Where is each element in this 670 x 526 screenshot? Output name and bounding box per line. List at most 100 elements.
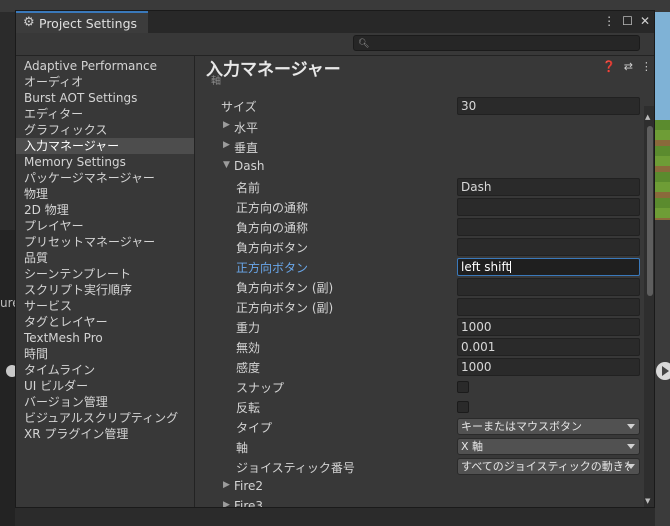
sidebar-item-textmesh-pro[interactable]: TextMesh Pro: [16, 330, 194, 346]
sidebar-item-physics-2d[interactable]: 2D 物理: [16, 202, 194, 218]
preset-sliders-icon[interactable]: ⇄: [624, 60, 633, 73]
sensitivity-field[interactable]: 1000: [457, 358, 640, 376]
toolbar: 🔍︎: [16, 33, 654, 56]
title-bar: ⚙ Project Settings ⋮ ☐ ✕: [16, 11, 654, 33]
gear-icon: ⚙: [23, 15, 35, 30]
type-dropdown-value: キーまたはマウスボタン: [461, 420, 582, 433]
sidebar-item-services[interactable]: サービス: [16, 298, 194, 314]
sidebar-item-tags-layers[interactable]: タグとレイヤー: [16, 314, 194, 330]
sidebar-item-preset-manager[interactable]: プリセットマネージャー: [16, 234, 194, 250]
sidebar-item-time[interactable]: 時間: [16, 346, 194, 362]
sidebar-item-memory-settings[interactable]: Memory Settings: [16, 154, 194, 170]
snap-label: スナップ: [236, 381, 285, 395]
project-settings-window: ⚙ Project Settings ⋮ ☐ ✕ 🔍︎ Adaptive Per…: [15, 10, 655, 508]
maximize-icon[interactable]: ☐: [622, 14, 633, 28]
play-circle-icon[interactable]: [656, 362, 670, 380]
sidebar-item-editor[interactable]: エディター: [16, 106, 194, 122]
axis-dropdown-value: X 軸: [461, 440, 484, 453]
scroll-up-icon[interactable]: ▲: [645, 113, 650, 121]
sidebar-item-player[interactable]: プレイヤー: [16, 218, 194, 234]
tab-project-settings[interactable]: ⚙ Project Settings: [16, 11, 148, 33]
invert-checkbox[interactable]: [457, 401, 469, 413]
vertical-label: 垂直: [234, 141, 259, 155]
more-menu-icon[interactable]: ⋮: [603, 14, 615, 28]
sidebar-item-script-execution-order[interactable]: スクリプト実行順序: [16, 282, 194, 298]
sidebar-item-adaptive-performance[interactable]: Adaptive Performance: [16, 58, 194, 74]
positive-button-row: 正方向ボタン left shift: [195, 257, 642, 277]
negative-alias-field[interactable]: [457, 218, 640, 236]
snap-checkbox[interactable]: [457, 381, 469, 393]
positive-button-label: 正方向ボタン: [236, 261, 309, 275]
alt-negative-button-field[interactable]: [457, 278, 640, 296]
joy-num-dropdown-value: すべてのジョイスティックの動きを取得: [461, 460, 629, 473]
fire3-label: Fire3: [234, 499, 264, 507]
sidebar-item-graphics[interactable]: グラフィックス: [16, 122, 194, 138]
dropdown-caret-icon: [627, 464, 635, 469]
sidebar-item-ui-builder[interactable]: UI ビルダー: [16, 378, 194, 394]
sensitivity-row: 感度 1000: [195, 357, 642, 377]
alt-positive-button-row: 正方向ボタン (副): [195, 297, 642, 317]
sidebar-item-input-manager[interactable]: 入力マネージャー: [16, 138, 194, 154]
positive-button-field[interactable]: left shift: [457, 258, 640, 276]
chevron-right-icon: ▶: [223, 480, 230, 490]
invert-row: 反転: [195, 397, 642, 417]
axis-row: 軸 X 軸: [195, 437, 642, 457]
alt-positive-button-label: 正方向ボタン (副): [236, 301, 334, 315]
joy-num-label: ジョイスティック番号: [236, 461, 355, 475]
sidebar-item-xr-plugin[interactable]: XR プラグイン管理: [16, 426, 194, 442]
sidebar-list: Adaptive Performance オーディオ Burst AOT Set…: [16, 56, 194, 442]
negative-button-field[interactable]: [457, 238, 640, 256]
chevron-down-icon: ▼: [223, 160, 230, 170]
sidebar-item-quality[interactable]: 品質: [16, 250, 194, 266]
window-controls: ⋮ ☐ ✕: [603, 14, 650, 28]
sidebar-item-physics[interactable]: 物理: [16, 186, 194, 202]
more-menu-icon[interactable]: ⋮: [641, 60, 652, 73]
sidebar-item-timeline[interactable]: タイムライン: [16, 362, 194, 378]
help-icon[interactable]: ❓: [602, 60, 616, 73]
editor-background-left: [0, 230, 15, 526]
fire2-label: Fire2: [234, 479, 264, 493]
fire2-foldout[interactable]: ▶ Fire2: [195, 477, 642, 497]
close-icon[interactable]: ✕: [640, 14, 650, 28]
settings-sidebar: Adaptive Performance オーディオ Burst AOT Set…: [16, 56, 195, 507]
scene-view-terrain: [655, 120, 670, 220]
negative-alias-label: 負方向の通称: [236, 221, 309, 235]
scroll-down-icon[interactable]: ▼: [645, 497, 650, 505]
alt-negative-button-row: 負方向ボタン (副): [195, 277, 642, 297]
gravity-label: 重力: [236, 321, 261, 335]
dead-label: 無効: [236, 341, 261, 355]
sidebar-item-version-control[interactable]: バージョン管理: [16, 394, 194, 410]
chevron-right-icon: ▶: [223, 500, 230, 507]
horizontal-foldout[interactable]: ▶ 水平: [195, 117, 642, 137]
size-field[interactable]: 30: [457, 97, 640, 115]
positive-alias-field[interactable]: [457, 198, 640, 216]
sidebar-item-burst-aot[interactable]: Burst AOT Settings: [16, 90, 194, 106]
sidebar-item-package-manager[interactable]: パッケージマネージャー: [16, 170, 194, 186]
scrollbar-thumb[interactable]: [647, 126, 653, 296]
sidebar-item-visual-scripting[interactable]: ビジュアルスクリプティング: [16, 410, 194, 426]
header-icons: ❓ ⇄ ⋮: [602, 60, 652, 73]
dropdown-caret-icon: [627, 444, 635, 449]
axis-dropdown[interactable]: X 軸: [457, 438, 640, 455]
tab-title: Project Settings: [39, 15, 138, 31]
sidebar-item-audio[interactable]: オーディオ: [16, 74, 194, 90]
name-row: 名前 Dash: [195, 177, 642, 197]
fire3-foldout[interactable]: ▶ Fire3: [195, 497, 642, 507]
gravity-field[interactable]: 1000: [457, 318, 640, 336]
dropdown-caret-icon: [627, 424, 635, 429]
dead-row: 無効 0.001: [195, 337, 642, 357]
sidebar-item-scene-template[interactable]: シーンテンプレート: [16, 266, 194, 282]
alt-positive-button-field[interactable]: [457, 298, 640, 316]
type-dropdown[interactable]: キーまたはマウスボタン: [457, 418, 640, 435]
search-input[interactable]: 🔍︎: [353, 35, 640, 51]
negative-alias-row: 負方向の通称: [195, 217, 642, 237]
name-field[interactable]: Dash: [457, 178, 640, 196]
vertical-foldout[interactable]: ▶ 垂直: [195, 137, 642, 157]
alt-negative-button-label: 負方向ボタン (副): [236, 281, 334, 295]
dash-foldout[interactable]: ▼ Dash: [195, 157, 642, 177]
joy-num-dropdown[interactable]: すべてのジョイスティックの動きを取得: [457, 458, 640, 475]
settings-content: 軸 入力マネージャー ❓ ⇄ ⋮ サイズ 30 ▶ 水平 ▶ 垂直 ▼ Dash…: [195, 56, 654, 507]
positive-alias-label: 正方向の通称: [236, 201, 309, 215]
dead-field[interactable]: 0.001: [457, 338, 640, 356]
snap-row: スナップ: [195, 377, 642, 397]
